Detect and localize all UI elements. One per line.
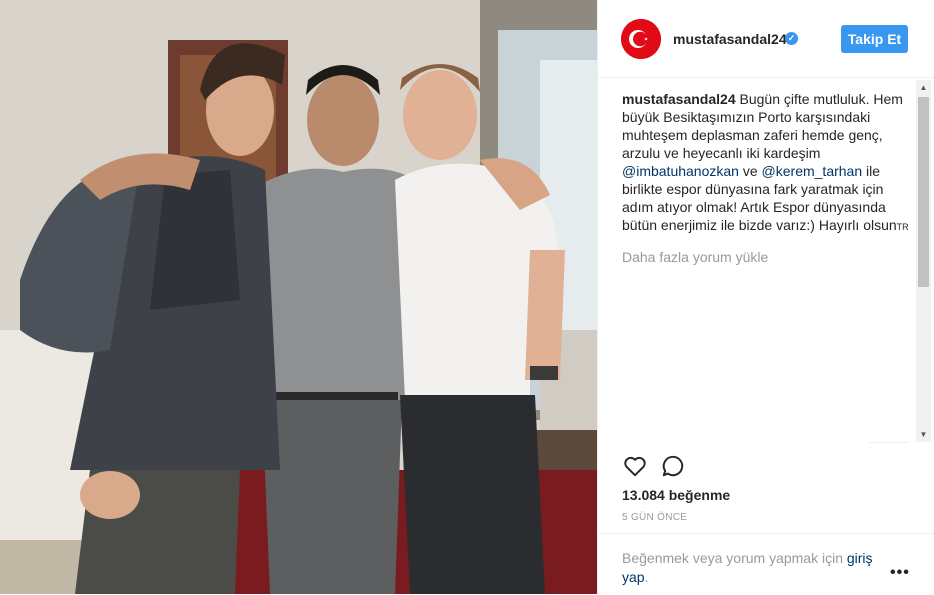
login-prompt-label: Beğenmek veya yorum yapmak için	[622, 550, 847, 566]
scroll-thumb[interactable]	[918, 97, 929, 287]
instagram-post: mustafasandal24 ✓ Takip Et mustafasandal…	[0, 0, 934, 594]
login-prompt-text: Beğenmek veya yorum yapmak için giriş ya…	[622, 549, 882, 587]
caption-text-2: ve	[738, 163, 762, 179]
login-prompt-end: .	[644, 569, 649, 585]
photo-illustration	[0, 0, 597, 594]
comments-area: mustafasandal24 Bugün çifte mutluluk. He…	[622, 90, 914, 440]
post-photo[interactable]	[0, 0, 597, 594]
comments-scrollbar[interactable]: ▲ ▼	[916, 80, 931, 442]
scroll-up-arrow-icon[interactable]: ▲	[916, 80, 931, 95]
login-prompt: Beğenmek veya yorum yapmak için giriş ya…	[598, 533, 934, 595]
avatar[interactable]	[621, 19, 661, 59]
mention-link-1[interactable]: @imbatuhanozkan	[622, 163, 739, 179]
scroll-down-arrow-icon[interactable]: ▼	[916, 427, 931, 442]
post-timestamp[interactable]: 5 GÜN ÖNCE	[622, 512, 687, 523]
caption: mustafasandal24 Bugün çifte mutluluk. He…	[622, 90, 914, 236]
follow-button[interactable]: Takip Et	[841, 25, 908, 53]
post-header: mustafasandal24 ✓ Takip Et	[598, 0, 934, 78]
comment-icon-graphic	[662, 455, 684, 477]
load-more-comments-link[interactable]: Daha fazla yorum yükle	[622, 249, 914, 265]
caption-username[interactable]: mustafasandal24	[622, 91, 736, 107]
like-count[interactable]: 13.084 beğenme	[622, 487, 730, 503]
mention-link-2[interactable]: @kerem_tarhan	[762, 163, 863, 179]
divider	[869, 442, 909, 443]
heart-icon-graphic	[624, 456, 646, 477]
comment-icon[interactable]	[660, 453, 686, 479]
caption-suffix: TR	[896, 222, 909, 232]
header-username[interactable]: mustafasandal24	[673, 31, 787, 47]
heart-icon[interactable]	[622, 453, 648, 479]
turkish-flag-icon	[621, 19, 661, 59]
verified-check-icon: ✓	[785, 32, 798, 45]
post-sidebar: mustafasandal24 ✓ Takip Et mustafasandal…	[597, 0, 934, 594]
more-options-icon[interactable]: •••	[890, 564, 910, 582]
